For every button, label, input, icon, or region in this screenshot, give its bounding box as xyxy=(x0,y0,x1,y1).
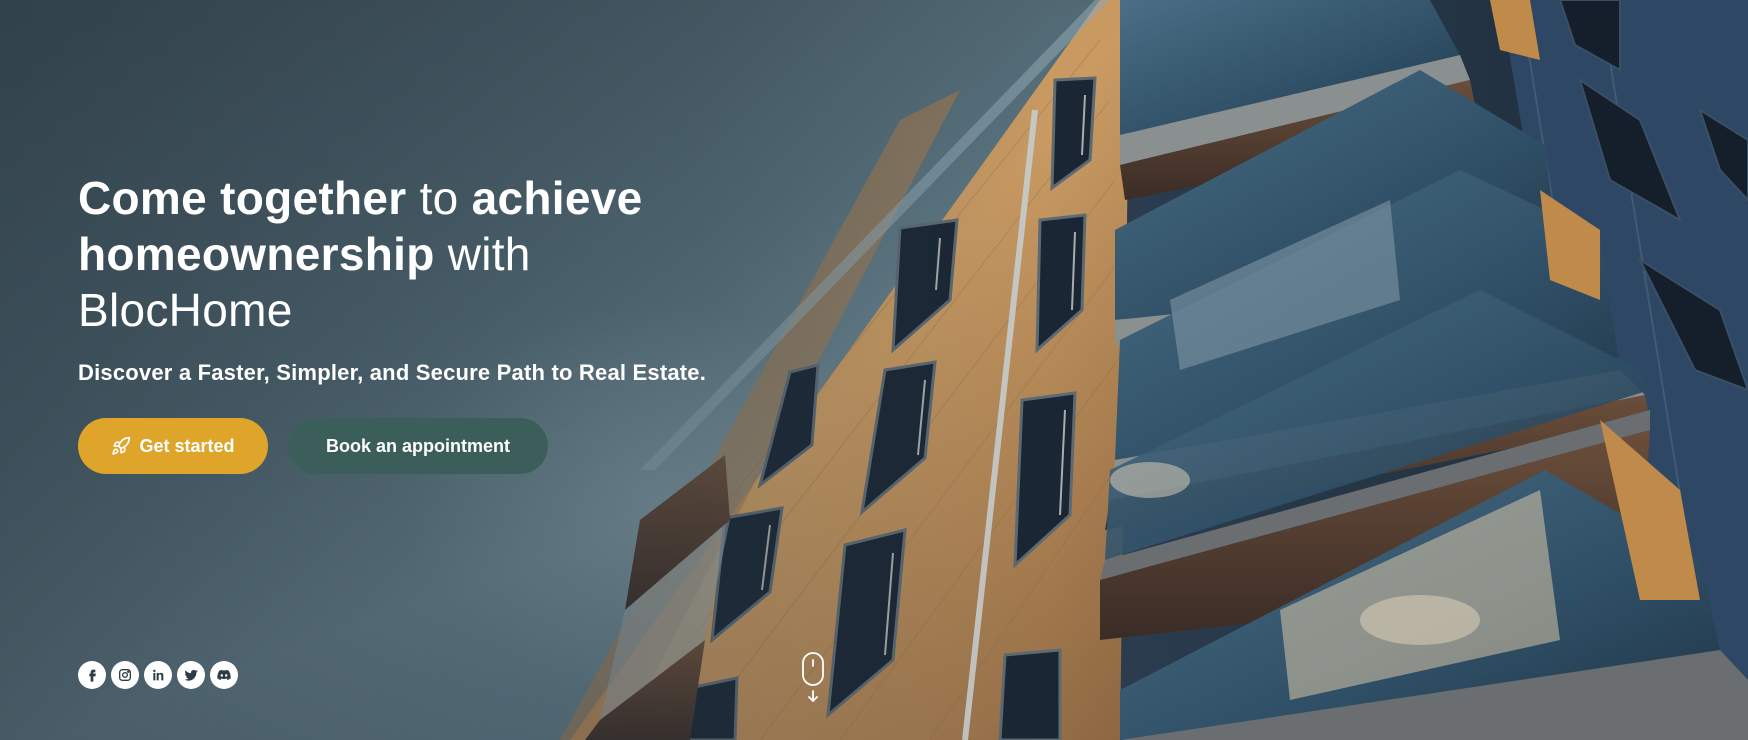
book-appointment-label: Book an appointment xyxy=(326,435,510,456)
hero-buttons: Get started Book an appointment xyxy=(78,418,798,474)
linkedin-icon xyxy=(153,669,164,681)
hero-content: Come together to achieve homeownership w… xyxy=(78,170,798,474)
hero-headline: Come together to achieve homeownership w… xyxy=(78,170,798,338)
facebook-link[interactable] xyxy=(78,661,106,689)
mouse-scroll-icon[interactable] xyxy=(801,651,825,707)
instagram-icon xyxy=(119,669,131,681)
headline-text-2: to xyxy=(406,172,472,224)
rocket-icon xyxy=(112,436,131,455)
twitter-link[interactable] xyxy=(177,661,205,689)
hero-section: Come together to achieve homeownership w… xyxy=(0,0,1748,740)
get-started-label: Get started xyxy=(139,435,235,456)
headline-text-4: with xyxy=(434,228,531,280)
get-started-button[interactable]: Get started xyxy=(78,418,268,474)
book-appointment-button[interactable]: Book an appointment xyxy=(288,418,548,474)
discord-icon xyxy=(217,669,231,680)
linkedin-link[interactable] xyxy=(144,661,172,689)
social-links xyxy=(78,661,238,689)
hero-subtitle: Discover a Faster, Simpler, and Secure P… xyxy=(78,360,707,385)
headline-brand: BlocHome xyxy=(78,284,293,336)
twitter-icon xyxy=(184,669,198,681)
facebook-icon xyxy=(89,669,96,682)
discord-link[interactable] xyxy=(210,661,238,689)
instagram-link[interactable] xyxy=(111,661,139,689)
headline-bold-1: Come together xyxy=(78,172,407,224)
